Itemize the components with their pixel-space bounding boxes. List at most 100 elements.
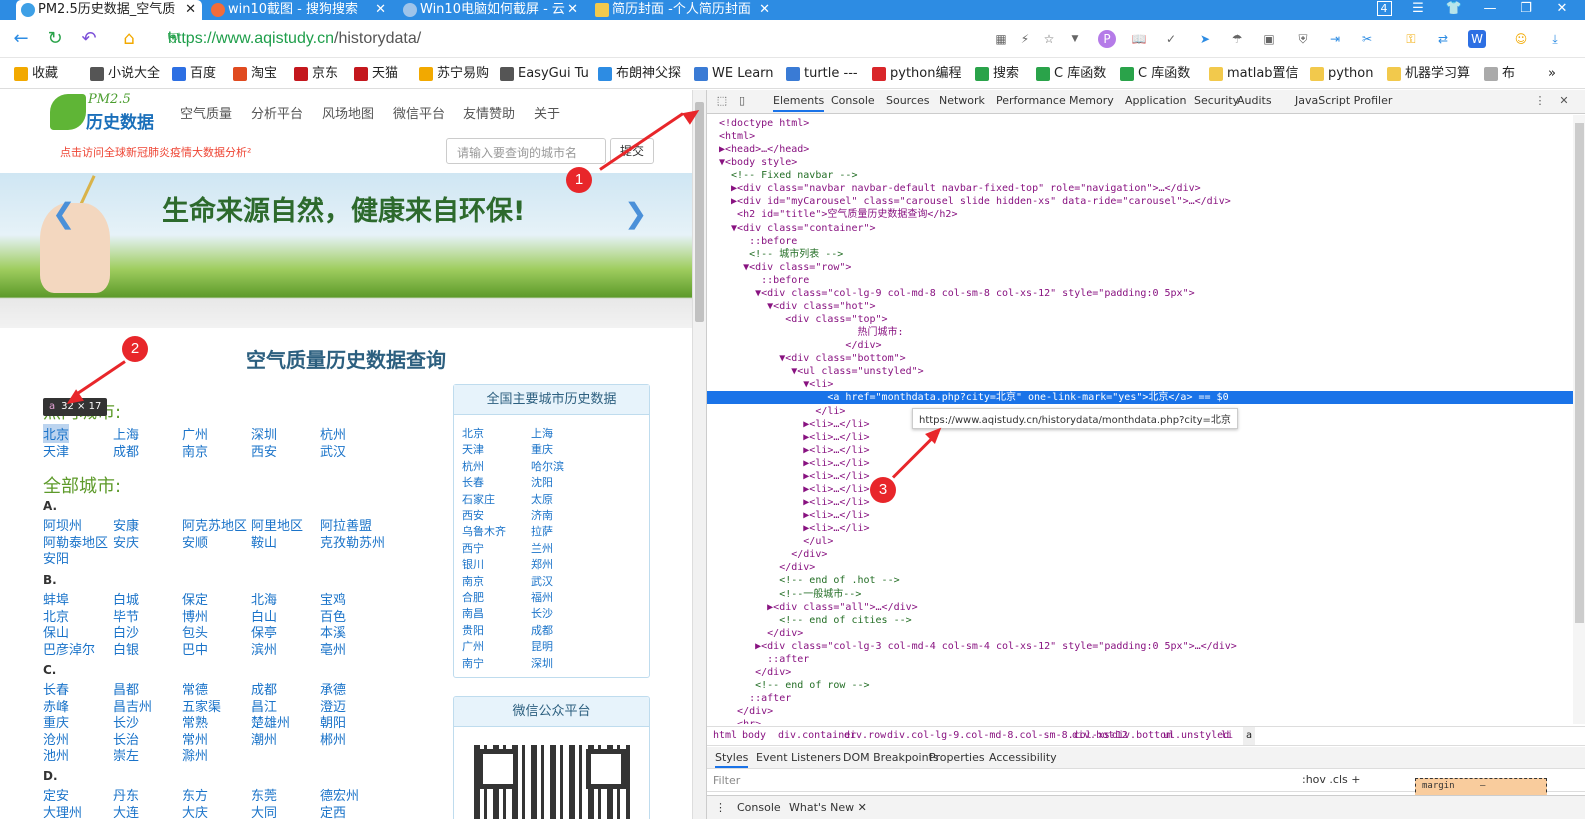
panel-city-link[interactable]: 天津 [462, 441, 484, 457]
styles-filter-tools[interactable]: :hov .cls + [1302, 773, 1360, 786]
panel-city-link[interactable]: 福州 [531, 589, 553, 605]
dom-tree-line[interactable]: ▼<body style> [707, 156, 1573, 169]
dom-tree-line[interactable]: <div class="top"> [707, 313, 1573, 326]
city-link[interactable]: 崇左 [113, 745, 139, 764]
qr-icon[interactable]: ▦ [992, 30, 1010, 48]
dom-tree-line[interactable]: </div> [707, 627, 1573, 640]
breadcrumb-item[interactable]: ul.unstyled [1163, 727, 1229, 745]
panel-city-link[interactable]: 西宁 [462, 540, 484, 556]
devtools-tab[interactable]: Sources [886, 94, 930, 107]
bookmark-item[interactable]: 天猫 [354, 65, 398, 83]
devtools-tab[interactable]: JavaScript Profiler [1295, 94, 1392, 107]
drawer-tab-whats-new[interactable]: What's New ✕ [789, 801, 867, 814]
hot-city-link[interactable]: 南京 [182, 441, 208, 460]
dom-tree-line[interactable]: ▼<div class="hot"> [707, 300, 1573, 313]
styles-subtab[interactable]: Accessibility [989, 751, 1057, 764]
panel-city-link[interactable]: 长沙 [531, 605, 553, 621]
breadcrumb-item[interactable]: li [1221, 727, 1233, 745]
bookmark-item[interactable]: matlab置信 [1209, 65, 1299, 83]
dom-tree-line[interactable]: ▶<div class="all">…</div> [707, 601, 1573, 614]
umbrella-icon[interactable]: ☂ [1228, 30, 1246, 48]
dom-tree-line[interactable]: <hr> [707, 718, 1573, 724]
dom-tree-line[interactable]: ▼<div class="col-lg-9 col-md-8 col-sm-8 … [707, 287, 1573, 300]
dom-tree-line[interactable]: <!-- end of cities --> [707, 614, 1573, 627]
nav-item[interactable]: 分析平台 [251, 103, 303, 122]
panel-city-link[interactable]: 南宁 [462, 655, 484, 671]
panel-city-link[interactable]: 北京 [462, 425, 484, 441]
panel-city-link[interactable]: 郑州 [531, 556, 553, 572]
devtools-tab[interactable]: Audits [1237, 94, 1272, 107]
hot-city-link[interactable]: 天津 [43, 441, 69, 460]
dom-tree-line[interactable]: ▶<head>…</head> [707, 143, 1573, 156]
dom-tree-line[interactable]: </ul> [707, 535, 1573, 548]
key-icon[interactable]: ⚿ [1402, 30, 1420, 48]
panel-city-link[interactable]: 石家庄 [462, 491, 495, 507]
tab-count-badge[interactable]: 4 [1366, 0, 1402, 20]
city-link[interactable]: 安庆 [113, 532, 139, 551]
panel-city-link[interactable]: 兰州 [531, 540, 553, 556]
scrollbar-thumb[interactable] [695, 102, 704, 322]
bookmarks-overflow-icon[interactable]: » [1548, 65, 1556, 83]
styles-subtab[interactable]: Event Listeners [756, 751, 841, 764]
dom-tree-line[interactable]: ▼<div class="container"> [707, 222, 1573, 235]
carousel-prev-icon[interactable]: ❮ [52, 197, 75, 230]
city-link[interactable]: 巴彦淖尔 [43, 639, 95, 658]
dom-tree-line[interactable]: ::before [707, 274, 1573, 287]
city-link[interactable]: 滨州 [251, 639, 277, 658]
city-link[interactable]: 鞍山 [251, 532, 277, 551]
close-devtools-icon[interactable]: ✕ [1557, 94, 1571, 108]
city-link[interactable]: 巴中 [182, 639, 208, 658]
minimize-icon[interactable]: — [1472, 0, 1508, 20]
tab-win10[interactable]: Win10电脑如何截屏 - 云 ✕ [398, 0, 584, 20]
dom-tree-line[interactable]: </div> [707, 548, 1573, 561]
hot-city-link[interactable]: 成都 [113, 441, 139, 460]
scrollbar-thumb[interactable] [1575, 123, 1584, 623]
city-link[interactable]: 安阳 [43, 548, 69, 567]
dom-tree-line[interactable]: ▶<li>…</li> [707, 509, 1573, 522]
panel-city-link[interactable]: 乌鲁木齐 [462, 523, 506, 539]
breadcrumb-item[interactable]: div.hot [1072, 727, 1114, 745]
close-tab-icon[interactable]: ✕ [375, 0, 386, 20]
dom-tree-line[interactable]: <!-- end of .hot --> [707, 574, 1573, 587]
bookmark-item[interactable]: turtle --- [786, 65, 858, 83]
panel-city-link[interactable]: 昆明 [531, 638, 553, 654]
dom-tree-scrollbar[interactable] [1573, 115, 1585, 724]
panel-city-link[interactable]: 西安 [462, 507, 484, 523]
city-link[interactable]: 定西 [320, 802, 346, 819]
devtools-tab[interactable]: Elements [773, 94, 825, 112]
panel-city-link[interactable]: 哈尔滨 [531, 458, 564, 474]
bookmark-item[interactable]: 布朗神父探 [598, 65, 681, 83]
city-link[interactable]: 白银 [113, 639, 139, 658]
panel-city-link[interactable]: 合肥 [462, 589, 484, 605]
bookmark-item[interactable]: 小说大全 [90, 65, 160, 83]
city-link[interactable]: 郴州 [320, 729, 346, 748]
dom-tree-line[interactable]: ::after [707, 692, 1573, 705]
city-link[interactable]: 克孜勒苏州 [320, 532, 385, 551]
dom-tree-line[interactable]: </div> [707, 561, 1573, 574]
bookmark-item[interactable]: python [1310, 65, 1373, 83]
screen-icon[interactable]: ▣ [1260, 30, 1278, 48]
more-options-icon[interactable]: ⋮ [1533, 94, 1547, 108]
tab-resume[interactable]: 简历封面 -个人简历封面 ✕ [590, 0, 776, 20]
hot-city-link[interactable]: 西安 [251, 441, 277, 460]
panel-city-link[interactable]: 南京 [462, 573, 484, 589]
bookmark-item[interactable]: EasyGui Tu [500, 65, 589, 83]
bookmark-item[interactable]: WE Learn [694, 65, 774, 83]
dom-tree-line[interactable]: <h2 id="title">空气质量历史数据查询</h2> [707, 208, 1573, 221]
devtools-tab[interactable]: Application [1125, 94, 1186, 107]
city-link[interactable]: 大庆 [182, 802, 208, 819]
dom-tree-line[interactable]: ▶<div class="navbar navbar-default navba… [707, 182, 1573, 195]
devtools-tab[interactable]: Network [939, 94, 985, 107]
dom-tree-line[interactable]: ▼<div class="bottom"> [707, 352, 1573, 365]
city-link[interactable]: 池州 [43, 745, 69, 764]
dom-tree-line[interactable]: ▶<li>…</li> [707, 496, 1573, 509]
home-icon[interactable]: ⌂ [118, 28, 140, 50]
dom-tree-line[interactable]: ▼<ul class="unstyled"> [707, 365, 1573, 378]
dom-tree-line[interactable]: ::after [707, 653, 1573, 666]
close-tab-icon[interactable]: ✕ [759, 0, 770, 20]
styles-filter-input[interactable]: Filter [713, 774, 740, 787]
panel-city-link[interactable]: 广州 [462, 638, 484, 654]
drawer-menu-icon[interactable]: ⋮ [715, 801, 726, 814]
bookmark-item[interactable]: 机器学习算 [1387, 65, 1470, 83]
city-link[interactable]: 大连 [113, 802, 139, 819]
